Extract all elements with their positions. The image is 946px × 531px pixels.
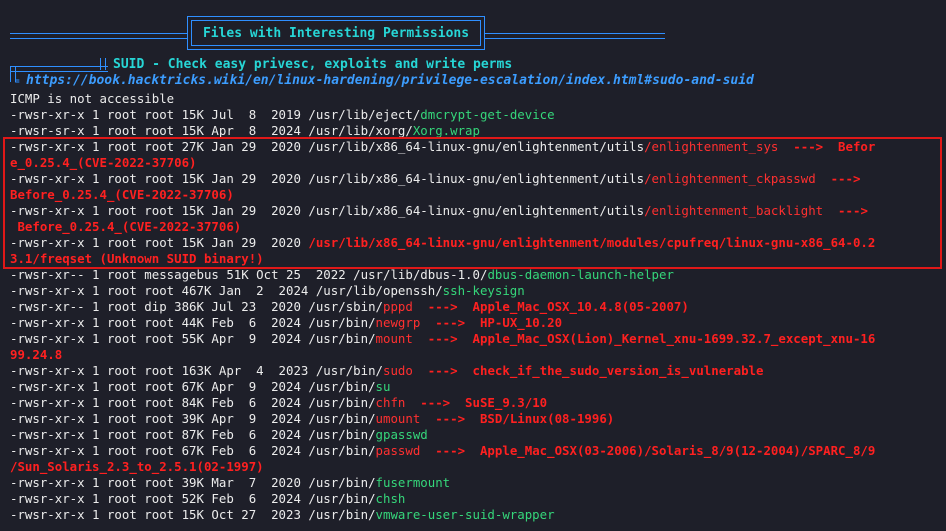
terminal-line: -rwsr-xr-x 1 root root 67K Apr 9 2024 /u… xyxy=(10,379,391,394)
binary-name: /enlightenment_ckpasswd xyxy=(644,171,816,186)
terminal-line: ICMP is not accessible xyxy=(10,91,175,106)
exploit-note: ---> Apple_Mac_OSX(Lion)_Kernel_xnu-1699… xyxy=(412,331,876,346)
terminal-line: -rwsr-xr-x 1 root root 27K Jan 29 2020 /… xyxy=(10,139,876,154)
terminal-line: -rwsr-xr-x 1 root root 52K Feb 6 2024 /u… xyxy=(10,491,406,506)
exploit-note: ---> HP-UX_10.20 xyxy=(420,315,563,330)
binary-name: gpasswd xyxy=(375,427,428,442)
binary-name: sudo xyxy=(383,363,413,378)
binary-name: chsh xyxy=(375,491,406,506)
terminal-line: Before_0.25.4_(CVE-2022-37706) xyxy=(10,187,234,202)
binary-name: umount xyxy=(375,411,421,426)
exploit-note: ---> Befor xyxy=(778,139,876,154)
terminal-line: -rwsr-xr-- 1 root messagebus 51K Oct 25 … xyxy=(10,267,674,282)
terminal-line: -rwsr-sr-x 1 root root 15K Apr 8 2024 /u… xyxy=(10,123,480,138)
terminal-line: -rwsr-xr-x 1 root root 55K Apr 9 2024 /u… xyxy=(10,331,876,346)
binary-name: passwd xyxy=(375,443,421,458)
terminal-line: -rwsr-xr-- 1 root dip 386K Jul 23 2020 /… xyxy=(10,299,689,314)
terminal-line: Before_0.25.4_(CVE-2022-37706) xyxy=(10,219,242,234)
terminal-line: -rwsr-xr-x 1 root root 15K Oct 27 2023 /… xyxy=(10,507,555,522)
header-rule-left xyxy=(10,33,187,39)
terminal-line: -rwsr-xr-x 1 root root 467K Jan 2 2024 /… xyxy=(10,283,525,298)
exploit-note: ---> Apple_Mac_OSX(03-2006)/Solaris_8/9(… xyxy=(420,443,876,458)
exploit-note: ---> BSD/Linux(08-1996) xyxy=(420,411,615,426)
exploit-note: ---> SuSE_9.3/10 xyxy=(405,395,548,410)
exploit-note: ---> check_if_the_sudo_version_is_vulner… xyxy=(412,363,764,378)
terminal-line: /Sun_Solaris_2.3_to_2.5.1(02-1997) xyxy=(10,459,264,474)
binary-name: vmware-user-suid-wrapper xyxy=(375,507,555,522)
terminal-line: -rwsr-xr-x 1 root root 87K Feb 6 2024 /u… xyxy=(10,427,428,442)
terminal-line: 3.1/freqset (Unknown SUID binary!) xyxy=(10,251,264,266)
terminal-output: ICMP is not accessible -rwsr-xr-x 1 root… xyxy=(10,91,946,523)
binary-name: dbus-daemon-launch-helper xyxy=(487,267,674,282)
subsection-tick xyxy=(100,58,106,70)
binary-name: newgrp xyxy=(375,315,421,330)
hacktricks-link[interactable]: https://book.hacktricks.wiki/en/linux-ha… xyxy=(26,73,754,88)
terminal-line: -rwsr-xr-x 1 root root 163K Apr 4 2023 /… xyxy=(10,363,764,378)
terminal-line: -rwsr-xr-x 1 root root 15K Jan 29 2020 /… xyxy=(10,203,868,218)
exploit-note: ---> xyxy=(815,171,861,186)
link-marker-icon: ╘ xyxy=(12,74,20,88)
terminal-line: -rwsr-xr-x 1 root root 39K Mar 7 2020 /u… xyxy=(10,475,451,490)
binary-name: dmcrypt-get-device xyxy=(420,107,555,122)
exploit-note: ---> Apple_Mac_OSX_10.4.8(05-2007) xyxy=(412,299,689,314)
binary-name: pppd xyxy=(383,299,413,314)
section-header-box: Files with Interesting Permissions xyxy=(187,16,485,50)
subsection-rule xyxy=(10,66,108,72)
exploit-note: ---> xyxy=(823,203,868,218)
terminal-line: e_0.25.4_(CVE-2022-37706) xyxy=(10,155,197,170)
binary-name: /enlightenment_sys xyxy=(644,139,779,154)
binary-name: ssh-keysign xyxy=(442,283,525,298)
binary-name: fusermount xyxy=(375,475,451,490)
binary-name: chfn xyxy=(375,395,406,410)
terminal-line: -rwsr-xr-x 1 root root 84K Feb 6 2024 /u… xyxy=(10,395,548,410)
subsection-title: SUID - Check easy privesc, exploits and … xyxy=(113,57,513,72)
binary-name: /enlightenment_backlight xyxy=(644,203,824,218)
binary-name: mount xyxy=(375,331,413,346)
section-header-title: Files with Interesting Permissions xyxy=(191,20,481,46)
terminal-line: -rwsr-xr-x 1 root root 15K Jan 29 2020 /… xyxy=(10,171,861,186)
terminal-line: -rwsr-xr-x 1 root root 15K Jan 29 2020 /… xyxy=(10,235,876,250)
binary-name: /usr/lib/x86_64-linux-gnu/enlightenment/… xyxy=(308,235,876,250)
terminal-line: -rwsr-xr-x 1 root root 39K Apr 9 2024 /u… xyxy=(10,411,615,426)
binary-name: Xorg.wrap xyxy=(412,123,480,138)
terminal-line: -rwsr-xr-x 1 root root 67K Feb 6 2024 /u… xyxy=(10,443,876,458)
terminal-line: -rwsr-xr-x 1 root root 15K Jul 8 2019 /u… xyxy=(10,107,555,122)
header-rule-right xyxy=(485,33,665,39)
terminal-line: -rwsr-xr-x 1 root root 44K Feb 6 2024 /u… xyxy=(10,315,563,330)
binary-name: su xyxy=(375,379,391,394)
terminal-line: 99.24.8 xyxy=(10,347,63,362)
